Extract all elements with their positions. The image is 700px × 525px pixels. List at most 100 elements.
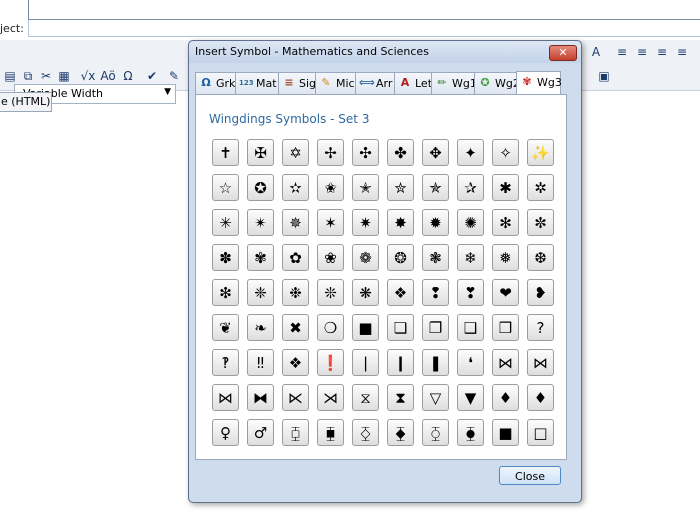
dialog-titlebar[interactable]: Insert Symbol - Mathematics and Sciences… xyxy=(189,41,581,63)
to-field[interactable] xyxy=(28,0,700,20)
html-tab[interactable]: e (HTML) xyxy=(0,92,52,112)
symbol-button[interactable]: ✱ xyxy=(492,174,519,201)
subject-field[interactable] xyxy=(28,20,700,37)
symbol-button[interactable]: ✣ xyxy=(352,139,379,166)
numbered-list-icon[interactable]: ≡ xyxy=(634,44,650,60)
symbol-button[interactable]: ■ xyxy=(492,419,519,446)
tab-mic[interactable]: ✎ Mic xyxy=(315,72,357,94)
symbol-button[interactable]: ❑ xyxy=(457,314,484,341)
symbol-button[interactable]: ✽ xyxy=(212,244,239,271)
symbol-button[interactable]: ⋈ xyxy=(212,384,239,411)
symbol-button[interactable]: ❏ xyxy=(387,314,414,341)
symbol-button[interactable]: ✢ xyxy=(317,139,344,166)
symbol-button[interactable]: ❐ xyxy=(422,314,449,341)
font-size-icon[interactable]: A xyxy=(588,44,604,60)
symbol-button[interactable]: ✲ xyxy=(527,174,554,201)
symbol-button[interactable]: ❂ xyxy=(387,244,414,271)
symbol-button[interactable]: ⧯ xyxy=(317,419,344,446)
symbol-button[interactable]: ❒ xyxy=(492,314,519,341)
symbol-button[interactable]: ♂ xyxy=(247,419,274,446)
tab-wg3[interactable]: ✾ Wg3 xyxy=(516,71,562,95)
symbol-button[interactable]: ✝ xyxy=(212,139,239,166)
symbol-button[interactable]: ✹ xyxy=(422,209,449,236)
symbol-button[interactable]: ✴ xyxy=(247,209,274,236)
symbol-button[interactable]: ✖ xyxy=(282,314,309,341)
symbol-button[interactable]: ‽ xyxy=(212,349,239,376)
symbol-button[interactable]: ❁ xyxy=(352,244,379,271)
symbol-button[interactable]: ❅ xyxy=(492,244,519,271)
symbol-button[interactable]: ❉ xyxy=(282,279,309,306)
tab-arr[interactable]: ⟺ Arr xyxy=(355,72,396,94)
symbol-button[interactable]: ❚ xyxy=(422,349,449,376)
symbol-button[interactable]: ⧮ xyxy=(282,419,309,446)
symbol-button[interactable]: ✦ xyxy=(457,139,484,166)
symbol-button[interactable]: ✡ xyxy=(282,139,309,166)
symbol-button[interactable]: ✵ xyxy=(282,209,309,236)
symbol-button[interactable]: ⧲ xyxy=(422,419,449,446)
symbol-button[interactable]: ✬ xyxy=(317,174,344,201)
symbol-button[interactable]: ❧ xyxy=(247,314,274,341)
insert-object-icon[interactable]: ▣ xyxy=(596,68,612,84)
sqrt-icon[interactable]: √x xyxy=(80,68,96,84)
symbol-button[interactable]: ⋈ xyxy=(492,349,519,376)
symbol-button[interactable]: ⧳ xyxy=(457,419,484,446)
symbol-button[interactable]: ❋ xyxy=(352,279,379,306)
bullet-list-icon[interactable]: ≡ xyxy=(614,44,630,60)
symbol-button[interactable]: ✼ xyxy=(527,209,554,236)
symbol-button[interactable]: ? xyxy=(527,314,554,341)
symbol-button[interactable]: ✪ xyxy=(247,174,274,201)
check-icon[interactable]: ✔ xyxy=(144,68,160,84)
symbol-button[interactable]: ▽ xyxy=(422,384,449,411)
symbol-button[interactable]: ⋊ xyxy=(317,384,344,411)
symbol-button[interactable]: ❤ xyxy=(492,279,519,306)
symbol-button[interactable]: ✻ xyxy=(492,209,519,236)
tab-sig[interactable]: ≡ Sig xyxy=(278,72,317,94)
close-window-button[interactable]: ✕ xyxy=(549,45,577,61)
symbol-button[interactable]: ⧓ xyxy=(247,384,274,411)
symbol-button[interactable]: ❗ xyxy=(317,349,344,376)
symbol-button[interactable]: ☆ xyxy=(212,174,239,201)
symbol-button[interactable]: ❖ xyxy=(282,349,309,376)
symbol-button[interactable]: ✤ xyxy=(387,139,414,166)
symbol-button[interactable]: ❥ xyxy=(527,279,554,306)
symbol-button[interactable]: ❢ xyxy=(422,279,449,306)
symbol-button[interactable]: ⧖ xyxy=(352,384,379,411)
indent-icon[interactable]: ≡ xyxy=(674,44,690,60)
cut-icon[interactable]: ✂ xyxy=(38,68,54,84)
symbol-button[interactable]: ▼ xyxy=(457,384,484,411)
symbol-button[interactable]: ✰ xyxy=(457,174,484,201)
symbol-button[interactable]: ♦ xyxy=(527,384,554,411)
symbol-button[interactable]: ⋉ xyxy=(282,384,309,411)
symbol-button[interactable]: ❈ xyxy=(247,279,274,306)
symbol-button[interactable]: ♦ xyxy=(492,384,519,411)
symbol-button[interactable]: ✾ xyxy=(247,244,274,271)
symbol-button[interactable]: ❘ xyxy=(352,349,379,376)
symbol-button[interactable]: ❀ xyxy=(317,244,344,271)
symbol-button[interactable]: ✧ xyxy=(492,139,519,166)
brush-icon[interactable]: ✎ xyxy=(166,68,182,84)
outdent-icon[interactable]: ≡ xyxy=(654,44,670,60)
symbol-button[interactable]: ✸ xyxy=(387,209,414,236)
tab-grk[interactable]: Ω Grk xyxy=(195,72,237,94)
symbol-button[interactable]: ✮ xyxy=(387,174,414,201)
symbol-button[interactable]: ✥ xyxy=(422,139,449,166)
tab-mat[interactable]: 123 Mat xyxy=(235,72,280,94)
symbol-button[interactable]: ❊ xyxy=(317,279,344,306)
symbol-button[interactable]: ❖ xyxy=(387,279,414,306)
tab-wg2[interactable]: ✪ Wg2 xyxy=(474,72,520,94)
symbol-button[interactable]: ✺ xyxy=(457,209,484,236)
symbol-button[interactable]: ⧱ xyxy=(387,419,414,446)
symbol-button[interactable]: ✳ xyxy=(212,209,239,236)
symbol-button[interactable]: ❆ xyxy=(527,244,554,271)
symbol-button[interactable]: ❃ xyxy=(422,244,449,271)
symbol-button[interactable]: ❦ xyxy=(212,314,239,341)
symbol-button[interactable]: ✶ xyxy=(317,209,344,236)
symbol-button[interactable]: ⧗ xyxy=(387,384,414,411)
table-icon[interactable]: ▦ xyxy=(56,68,72,84)
symbol-button[interactable]: ✭ xyxy=(352,174,379,201)
symbol-button[interactable]: ⋈ xyxy=(527,349,554,376)
tab-wg1[interactable]: ✏ Wg1 xyxy=(431,72,477,94)
symbol-button[interactable]: ‼ xyxy=(247,349,274,376)
symbol-button[interactable]: ✷ xyxy=(352,209,379,236)
symbol-button[interactable]: ❍ xyxy=(317,314,344,341)
